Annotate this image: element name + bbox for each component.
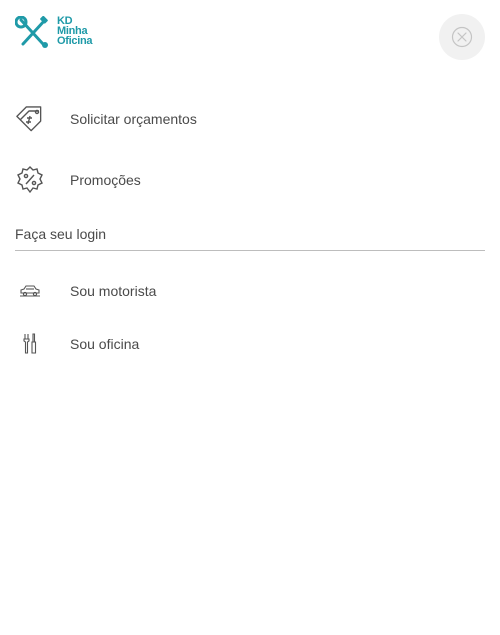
menu-item-label: Solicitar orçamentos — [70, 111, 197, 127]
login-item-oficina[interactable]: Sou oficina — [15, 329, 139, 359]
close-circle-icon — [451, 26, 473, 48]
percent-badge-icon — [15, 165, 45, 195]
brand-wordmark: KD Minha Oficina — [57, 16, 93, 47]
price-tags-icon — [15, 104, 45, 134]
tools-icon — [15, 329, 45, 359]
car-icon — [15, 276, 45, 306]
menu-item-promocoes[interactable]: Promoções — [15, 165, 141, 195]
wrench-screwdriver-icon — [15, 16, 48, 48]
menu-item-label: Promoções — [70, 172, 141, 188]
menu-item-solicitar-orcamentos[interactable]: Solicitar orçamentos — [15, 104, 197, 134]
login-section-title: Faça seu login — [15, 226, 107, 242]
login-item-label: Sou oficina — [70, 336, 140, 352]
close-menu-button[interactable] — [439, 14, 485, 60]
brand-logo[interactable]: KD Minha Oficina — [15, 16, 92, 50]
login-item-motorista[interactable]: Sou motorista — [15, 276, 156, 306]
divider — [15, 250, 485, 251]
login-item-label: Sou motorista — [70, 283, 157, 299]
brand-line-3: Oficina — [57, 35, 93, 47]
